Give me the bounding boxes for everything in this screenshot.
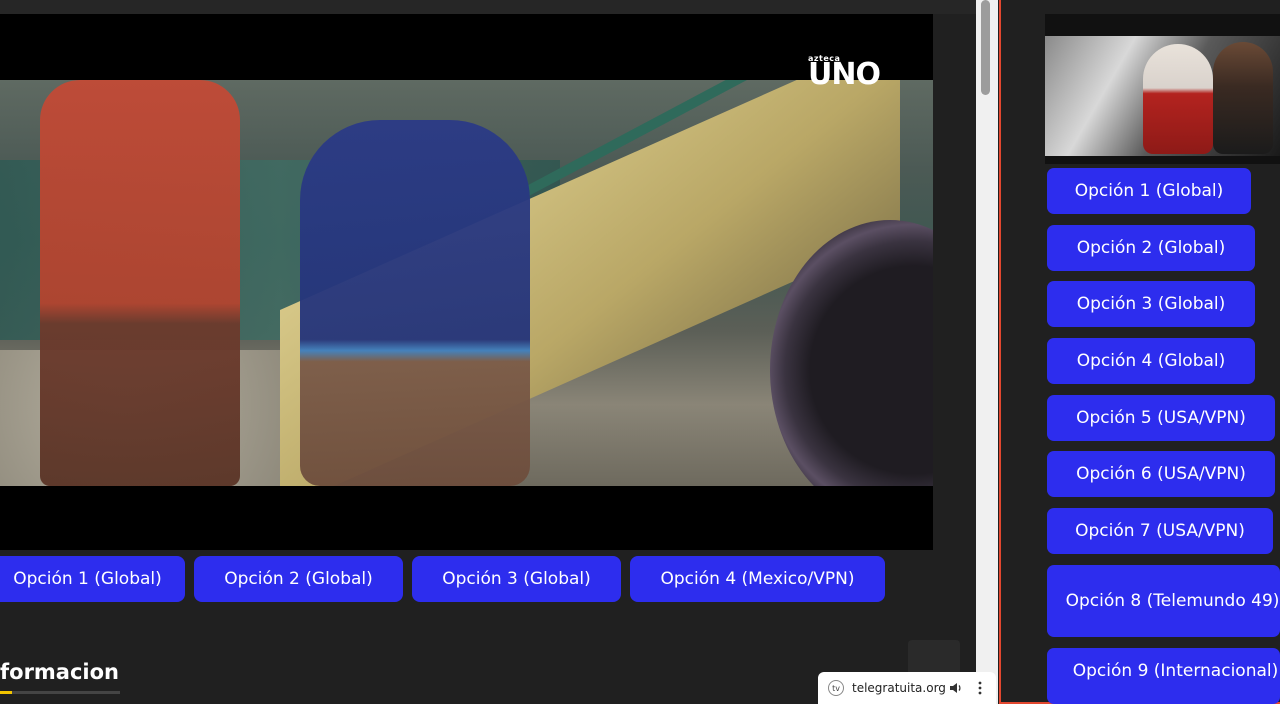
sidebar-option-9[interactable]: Opción 9 (Internacional) — [1047, 648, 1280, 704]
section-underline — [0, 691, 120, 694]
top-bar — [0, 0, 976, 14]
scene-person-blue — [300, 120, 530, 486]
page-scrollbar[interactable] — [976, 0, 998, 708]
sidebar-option-7[interactable]: Opción 7 (USA/VPN) — [1047, 508, 1273, 554]
sidebar-option-6[interactable]: Opción 6 (USA/VPN) — [1047, 451, 1275, 497]
bottom-bar — [0, 704, 1280, 720]
page-scrollbar-thumb[interactable] — [981, 0, 990, 95]
channel-logo: azteca UNO — [808, 54, 890, 92]
mini-player-site: telegratuita.org — [852, 681, 946, 695]
sidebar-option-3[interactable]: Opción 3 (Global) — [1047, 281, 1255, 327]
option-tab-2[interactable]: Opción 2 (Global) — [194, 556, 403, 602]
section-title: formacion — [0, 660, 119, 684]
video-frame — [0, 80, 933, 486]
sidebar-option-8[interactable]: Opción 8 (Telemundo 49) — [1047, 565, 1280, 637]
mini-player-bar[interactable]: tv telegratuita.org — [818, 672, 996, 704]
sidebar-option-2[interactable]: Opción 2 (Global) — [1047, 225, 1255, 271]
sidebar-option-4[interactable]: Opción 4 (Global) — [1047, 338, 1255, 384]
thumbnail-santa — [1143, 44, 1213, 154]
option-tab-1[interactable]: Opción 1 (Global) — [0, 556, 185, 602]
channel-logo-big: UNO — [808, 57, 881, 92]
tv-icon: tv — [828, 680, 844, 696]
option-tab-3[interactable]: Opción 3 (Global) — [412, 556, 621, 602]
speaker-icon[interactable] — [948, 681, 964, 695]
sidebar-video-thumbnail[interactable] — [1045, 14, 1280, 164]
section-underline-accent — [0, 691, 12, 694]
sidebar-option-5[interactable]: Opción 5 (USA/VPN) — [1047, 395, 1275, 441]
video-player[interactable]: azteca UNO — [0, 14, 933, 550]
scene-person-red — [40, 80, 240, 486]
sidebar-option-1[interactable]: Opción 1 (Global) — [1047, 168, 1251, 214]
more-vert-icon[interactable] — [972, 681, 988, 695]
option-tab-4[interactable]: Opción 4 (Mexico/VPN) — [630, 556, 885, 602]
thumbnail-man — [1213, 42, 1273, 154]
